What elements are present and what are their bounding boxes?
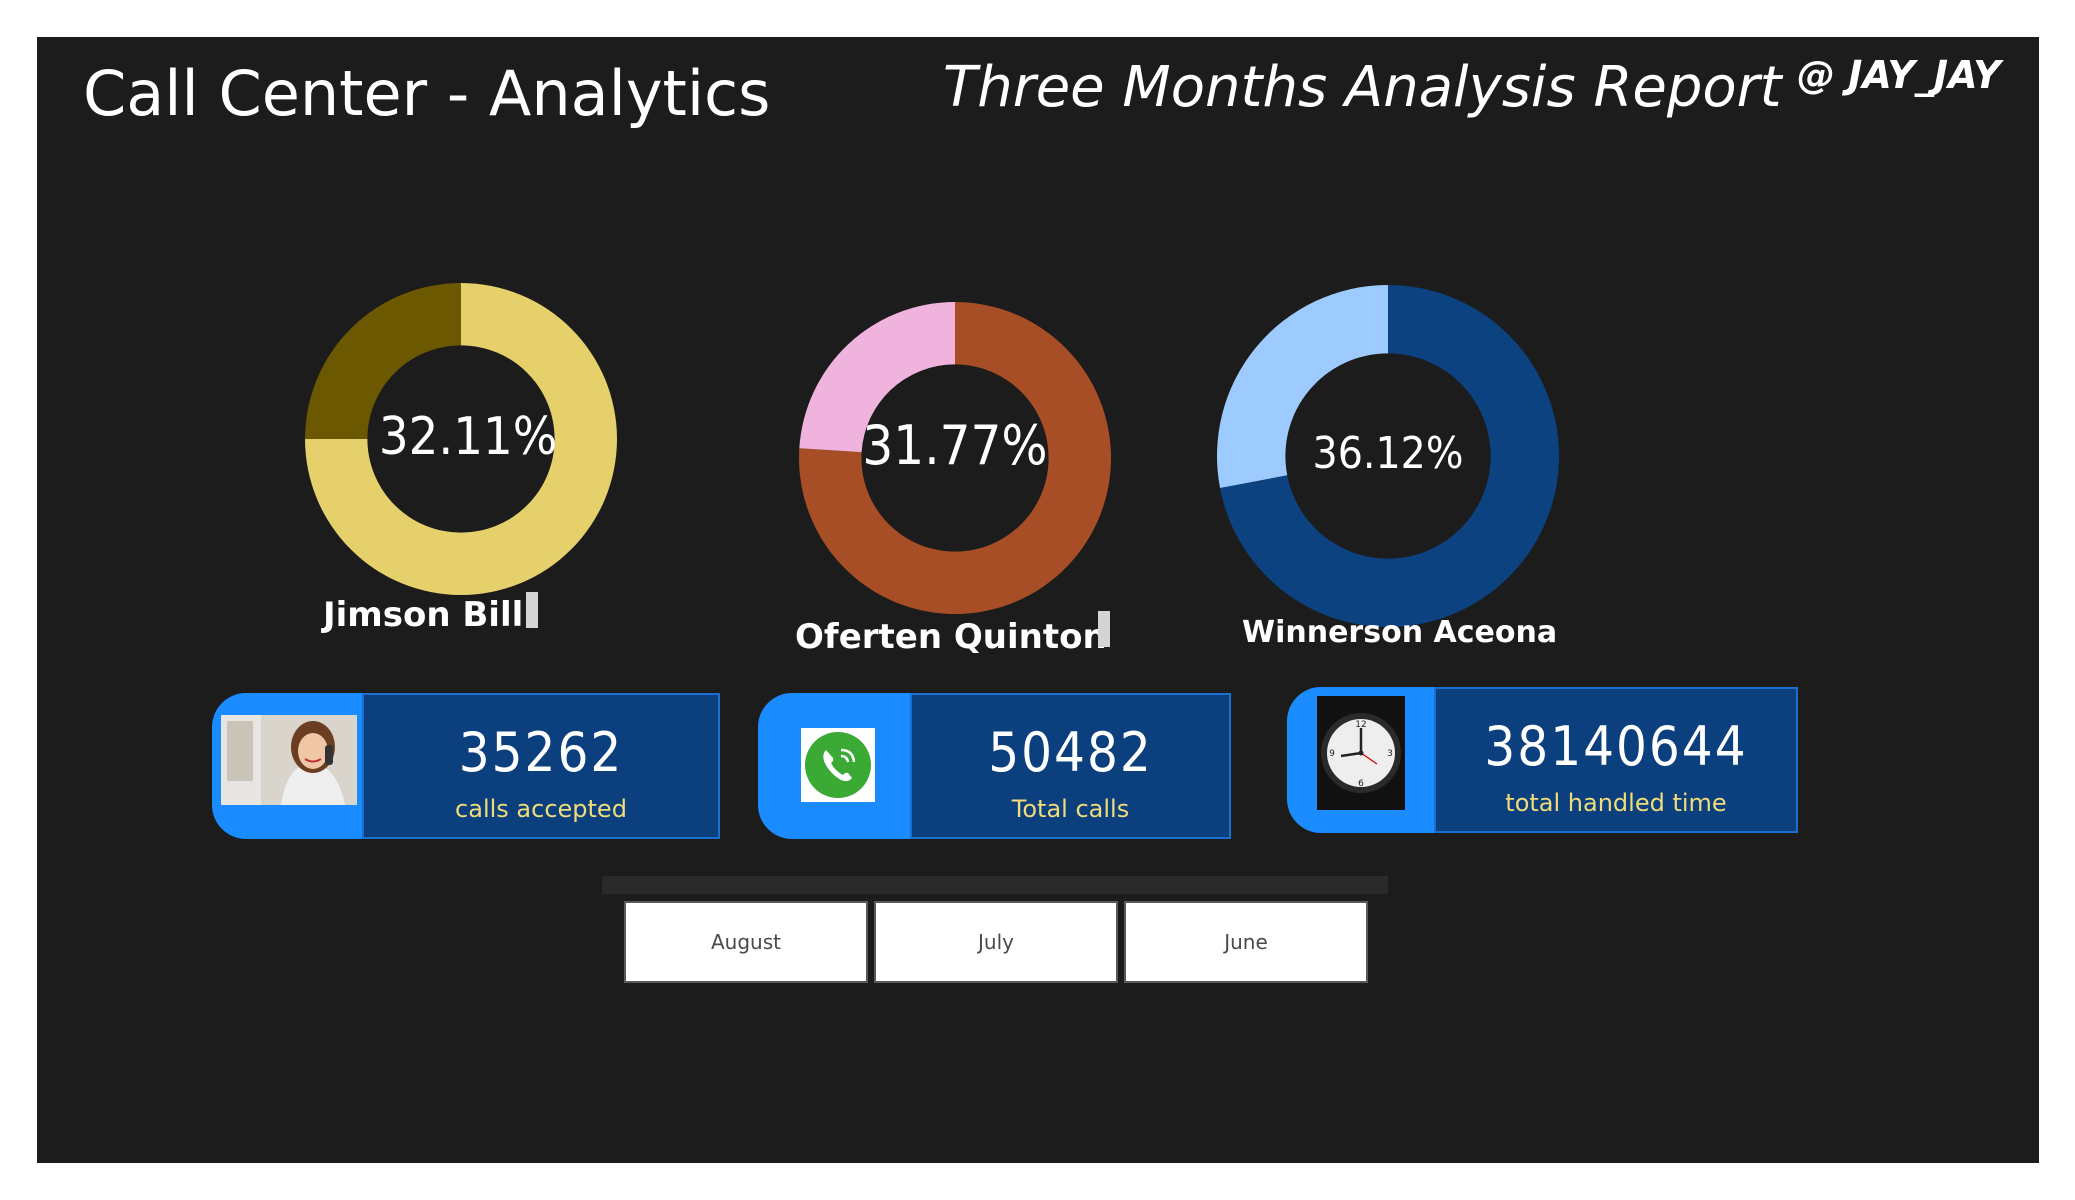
clock-icon: 12 6 93 xyxy=(1317,696,1405,810)
month-button-july[interactable]: July xyxy=(874,901,1118,983)
agent-name-label: Oferten Quinton xyxy=(795,617,1107,657)
donut-percent-label: 36.12% xyxy=(1312,428,1464,479)
svg-text:3: 3 xyxy=(1387,749,1393,759)
kpi-label: calls accepted xyxy=(455,795,627,823)
dashboard-canvas: Call Center - Analytics Three Months Ana… xyxy=(37,37,2039,1163)
legend-marker xyxy=(526,592,538,628)
agent-name-label: Jimson Bill xyxy=(323,595,524,635)
kpi-value: 35262 xyxy=(458,721,624,784)
kpi-card-total-calls: 50482 Total calls xyxy=(758,693,1231,839)
person-on-phone-icon xyxy=(221,715,357,805)
phone-call-icon xyxy=(801,728,875,802)
legend-marker xyxy=(1098,611,1110,647)
author-tag: @ JAY_JAY xyxy=(1797,53,2001,97)
svg-text:6: 6 xyxy=(1358,779,1364,789)
month-button-august[interactable]: August xyxy=(624,901,868,983)
donut-chart-jimson-bill[interactable]: 32.11% xyxy=(303,281,619,597)
kpi-label: total handled time xyxy=(1505,789,1727,817)
slicer-header-bar xyxy=(602,876,1388,894)
agent-name-label: Winnerson Aceona xyxy=(1242,615,1558,650)
month-button-june[interactable]: June xyxy=(1124,901,1368,983)
kpi-panel: 38140644 total handled time xyxy=(1434,687,1798,833)
kpi-panel: 50482 Total calls xyxy=(910,693,1231,839)
donut-chart-winnerson-aceona[interactable]: 36.12% xyxy=(1215,283,1561,629)
kpi-label: Total calls xyxy=(1011,795,1130,823)
kpi-value: 38140644 xyxy=(1484,715,1748,778)
page-title: Call Center - Analytics xyxy=(83,57,771,130)
donut-chart-oferten-quinton[interactable]: 31.77% xyxy=(797,300,1113,616)
kpi-panel: 35262 calls accepted xyxy=(362,693,720,839)
kpi-card-total-handled-time: 12 6 93 38140644 total handled time xyxy=(1287,687,1798,833)
kpi-card-calls-accepted: 35262 calls accepted xyxy=(212,693,720,839)
report-subtitle: Three Months Analysis Report xyxy=(943,55,1782,120)
donut-percent-label: 31.77% xyxy=(862,414,1048,477)
svg-text:9: 9 xyxy=(1329,749,1335,759)
donut-percent-label: 32.11% xyxy=(378,407,558,467)
kpi-value: 50482 xyxy=(988,721,1153,784)
